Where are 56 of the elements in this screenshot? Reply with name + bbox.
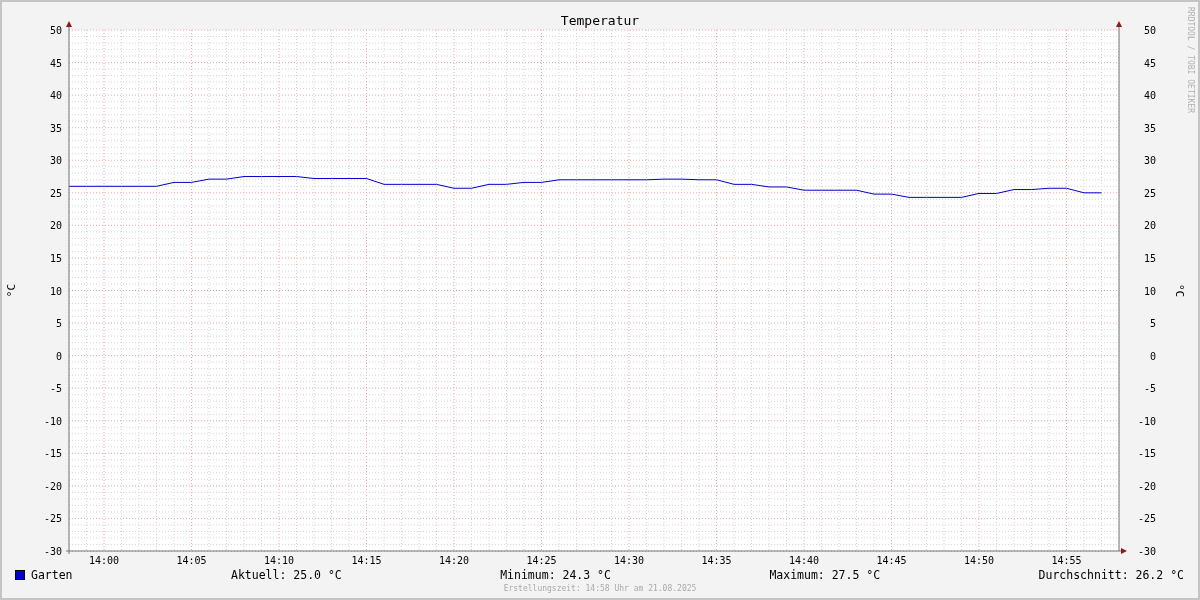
tick-label: 14:25 — [526, 555, 557, 566]
tick-label: -15 — [1137, 448, 1156, 460]
tick-label: -20 — [1137, 480, 1156, 492]
tick-label: 15 — [49, 252, 62, 264]
tick-label: -10 — [1137, 415, 1156, 427]
tick-label: 40 — [49, 90, 62, 102]
tick-label: 14:35 — [701, 555, 732, 566]
tick-label: 5 — [1149, 318, 1156, 330]
tick-label: 10 — [1143, 285, 1156, 297]
stat-value: Minimum: 24.3 °C — [500, 568, 611, 582]
tick-label: 35 — [1143, 122, 1156, 134]
tick-label: 20 — [1143, 220, 1156, 232]
tick-label: -5 — [1143, 383, 1156, 395]
tick-label: -25 — [1137, 513, 1156, 525]
axis-label: °C — [5, 283, 18, 298]
tick-label: 14:30 — [613, 555, 645, 566]
tick-label: 14:45 — [876, 555, 907, 566]
tick-label: -20 — [43, 480, 62, 492]
tick-label: 30 — [1143, 155, 1156, 167]
tick-label: 40 — [1143, 90, 1156, 102]
tick-label: 14:15 — [351, 555, 382, 566]
tick-label: 50 — [49, 25, 62, 36]
tick-label: 0 — [55, 350, 62, 362]
stat-value: Aktuell: 25.0 °C — [230, 568, 342, 582]
tick-label: -30 — [43, 546, 62, 557]
tick-label: 14:10 — [263, 555, 295, 566]
tick-label: 14:50 — [963, 555, 995, 566]
legend-label: Garten — [31, 568, 73, 582]
tick-label: -15 — [43, 448, 62, 460]
tick-label: 45 — [49, 57, 62, 69]
tick-label: 25 — [49, 187, 62, 199]
stat-value: Maximum: 27.5 °C — [769, 568, 881, 582]
tick-label: -30 — [1137, 546, 1156, 557]
stat-value: Durchschnitt: 26.2 °C — [1038, 568, 1184, 582]
tick-label: -5 — [49, 383, 62, 395]
chart-title: Temperatur — [560, 13, 640, 28]
creation-time-note: Erstellungszeit: 14:58 Uhr am 21.08.2025 — [502, 584, 698, 593]
tick-label: 45 — [1143, 57, 1156, 69]
vertical-credit-text: RRDTOOL / TOBI OETIKER — [1186, 7, 1195, 113]
tick-label: 10 — [49, 285, 62, 297]
tick-label: 14:40 — [788, 555, 820, 566]
tick-label: 0 — [1149, 350, 1156, 362]
tick-label: 14:55 — [1051, 555, 1082, 566]
tick-label: 14:00 — [88, 555, 120, 566]
tick-label: -25 — [43, 513, 62, 525]
tick-label: -10 — [43, 415, 62, 427]
tick-label: 14:05 — [176, 555, 207, 566]
tick-label: 25 — [1143, 187, 1156, 199]
tick-label: 5 — [55, 318, 62, 330]
tick-label: 30 — [49, 155, 62, 167]
tick-label: 14:20 — [438, 555, 470, 566]
tick-label: 15 — [1143, 252, 1156, 264]
axis-label: °C — [1173, 283, 1186, 298]
tick-label: 35 — [49, 122, 62, 134]
tick-label: 50 — [1143, 25, 1156, 36]
tick-label: 20 — [49, 220, 62, 232]
